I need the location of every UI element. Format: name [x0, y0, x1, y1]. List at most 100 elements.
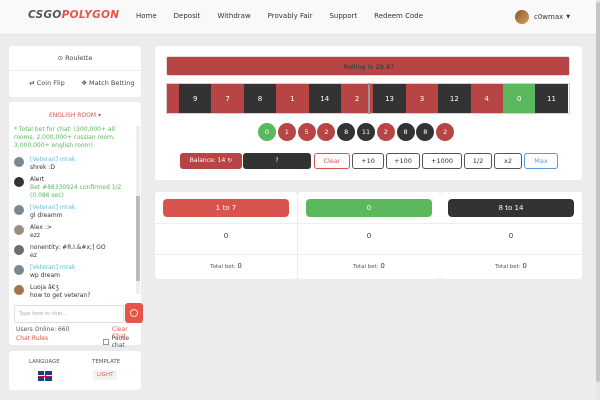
pause-chat-checkbox[interactable]: Pause chat [103, 335, 141, 349]
roulette-tile: 0 [502, 84, 536, 113]
history-ball: 2 [376, 123, 395, 141]
room-selector[interactable]: ENGLISH ROOM ▾ [9, 112, 141, 119]
bet-count: 0 [223, 232, 229, 240]
template-light-button[interactable]: LIGHT [93, 370, 118, 380]
chat-message-text: gl dreamm [30, 212, 63, 219]
chevron-down-icon: ▾ [97, 112, 101, 119]
chat-username[interactable]: Alex :> [30, 224, 132, 232]
chat-scrollbar-thumb[interactable] [136, 196, 140, 281]
total-bet-value: 0 [380, 262, 385, 270]
max-bet-button[interactable]: Max [524, 153, 558, 169]
chat-avatar [14, 205, 24, 215]
chat-username[interactable]: [Veteran] mrak [30, 264, 132, 272]
total-bet-label: Total bet: [495, 264, 521, 270]
user-menu[interactable]: c0wmax ▼ [515, 10, 570, 24]
chat-message-text: wp dream [30, 272, 60, 279]
divider [440, 254, 582, 255]
roulette-tile: 7 [211, 84, 244, 113]
roulette-tile: 11 [535, 84, 568, 113]
nav-withdraw-link[interactable]: Withdraw [217, 12, 250, 20]
chat-message-text: ez [30, 252, 37, 259]
total-bet: Total bet: 0 [155, 262, 297, 270]
chat-username[interactable]: [Veteran] mrak [30, 204, 132, 212]
page-scrollbar-thumb[interactable] [596, 2, 600, 382]
history-ball: 1 [277, 123, 296, 141]
roulette-mode-link[interactable]: ⊙ Roulette [9, 54, 141, 62]
bet-red-button[interactable]: 1 to 7 [163, 199, 289, 217]
page-scrollbar[interactable] [596, 0, 600, 400]
history-ball: 8 [396, 123, 415, 141]
chat-input[interactable]: Type here to chat... [14, 305, 124, 323]
balance-text: Balance: 14 [189, 157, 226, 164]
clear-bet-button[interactable]: Clear [314, 153, 350, 169]
roulette-tile: 14 [308, 84, 341, 113]
top-navbar: CSGOPOLYGON Home Deposit Withdraw Provab… [0, 0, 600, 35]
history-ball: 0 [258, 123, 276, 141]
chat-message-text: * Total bet for chat: (300,000+ all room… [14, 126, 115, 149]
plus-100-button[interactable]: +100 [386, 153, 420, 169]
refresh-icon[interactable]: ↻ [227, 157, 232, 164]
divider [298, 254, 440, 255]
plus-1000-button[interactable]: +1000 [422, 153, 462, 169]
divider [298, 223, 440, 224]
roulette-tile: 8 [243, 84, 277, 113]
roulette-tile: 12 [438, 84, 471, 113]
match-betting-icon: ✥ [81, 79, 87, 87]
chat-rules-link[interactable]: Chat Rules [16, 335, 48, 342]
nav-provably-fair-link[interactable]: Provably Fair [268, 12, 313, 20]
chevron-down-icon: ▼ [566, 14, 571, 20]
double-bet-button[interactable]: x2 [494, 153, 522, 169]
bet-green-button[interactable]: 0 [306, 199, 432, 217]
nav-support-link[interactable]: Support [329, 12, 357, 20]
divider [155, 254, 297, 255]
chat-username[interactable]: [Veteran] mrak [30, 156, 132, 164]
roulette-panel: Rolling in 29.87 9 7 8 1 14 2 13 3 12 4 0 11 015281… [155, 46, 582, 180]
history-ball: 11 [356, 123, 375, 141]
room-label: ENGLISH ROOM [49, 112, 97, 119]
total-bet-value: 0 [237, 262, 242, 270]
coinflip-icon: ⇄ [29, 79, 35, 87]
game-mode-panel: ⊙ Roulette ⇄ Coin Flip ✥ Match Betting [9, 46, 141, 97]
uk-flag-icon[interactable] [38, 371, 52, 381]
roulette-tile: 4 [470, 84, 503, 113]
chat-avatar [14, 245, 24, 255]
bet-black-button[interactable]: 8 to 14 [448, 199, 574, 217]
template-label: TEMPLATE [92, 359, 121, 365]
divider [155, 223, 297, 224]
total-bet-label: Total bet: [353, 264, 379, 270]
send-chat-button[interactable] [125, 303, 143, 323]
pause-chat-label: Pause chat [111, 335, 130, 349]
chat-message-text: Bet #88330924 confirmed 1/2 (0.086 sec) [30, 184, 122, 199]
chat-avatar [14, 177, 24, 187]
bet-amount-input[interactable]: ? [243, 153, 311, 169]
total-bet-label: Total bet: [210, 264, 236, 270]
roll-history: 0 1 5 2 8 11 2 8 8 2 [258, 123, 455, 141]
chat-username[interactable]: Luoja â€ʒ [30, 284, 132, 292]
chat-avatar [14, 265, 24, 275]
total-bet: Total bet: 0 [440, 262, 582, 270]
chat-scrollbar[interactable] [136, 126, 140, 294]
checkbox-icon[interactable] [103, 339, 109, 345]
site-logo[interactable]: CSGOPOLYGON [28, 9, 119, 21]
chat-username: Alert [30, 176, 45, 183]
divider [440, 223, 582, 224]
logo-text-b: POLYGON [61, 9, 120, 21]
roulette-icon: ⊙ [57, 54, 64, 62]
nav-home-link[interactable]: Home [136, 12, 157, 20]
roulette-label: Roulette [65, 54, 93, 62]
chat-message-text: ezz [30, 232, 40, 239]
plus-10-button[interactable]: +10 [352, 153, 384, 169]
username: c0wmax [534, 13, 564, 21]
nav-redeem-code-link[interactable]: Redeem Code [374, 12, 423, 20]
history-ball: 2 [317, 123, 336, 141]
main-menu: Home Deposit Withdraw Provably Fair Supp… [136, 12, 440, 20]
history-ball: 8 [337, 123, 356, 141]
half-bet-button[interactable]: 1/2 [464, 153, 492, 169]
chat-panel: ENGLISH ROOM ▾ * Total bet for chat: (30… [9, 102, 143, 349]
balance-display[interactable]: Balance: 14 ↻ [180, 153, 242, 169]
nav-deposit-link[interactable]: Deposit [174, 12, 201, 20]
divider [9, 70, 141, 71]
chat-username[interactable]: nonentity: #R.I.&#x;] GO [30, 244, 132, 252]
rolling-timer-text: Rolling in 29.87 [343, 63, 395, 71]
bet-count: 0 [366, 232, 372, 240]
